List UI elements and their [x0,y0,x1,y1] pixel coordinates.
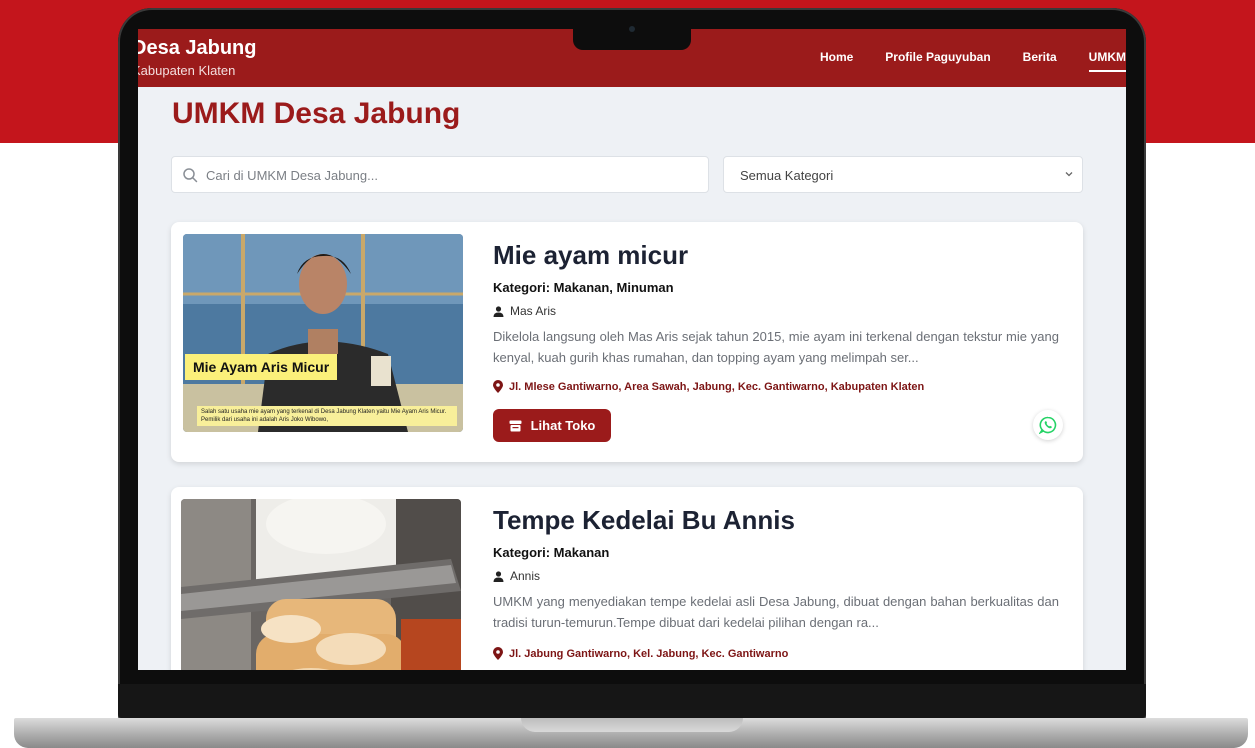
umkm-title[interactable]: Tempe Kedelai Bu Annis [493,505,795,536]
nav-umkm[interactable]: UMKM [1088,50,1126,72]
umkm-thumbnail[interactable]: Mie Ayam Aris Micur Salah satu usaha mie… [183,234,463,432]
user-icon [493,305,504,317]
view-shop-label: Lihat Toko [530,418,596,433]
laptop-hinge [118,684,1146,718]
umkm-description: Dikelola langsung oleh Mas Aris sejak ta… [493,329,1059,365]
chevron-down-icon [1065,172,1073,177]
browser-screen: Desa Jabung Kabupaten Klaten Home Profil… [138,29,1126,670]
main-nav: Home Profile Paguyuban Berita UMKM [820,50,1126,72]
page-title: UMKM Desa Jabung [172,97,461,130]
search-input[interactable] [204,157,698,194]
brand-subtitle: Kabupaten Klaten [138,63,236,78]
site-brand[interactable]: Desa Jabung Kabupaten Klaten [138,37,256,78]
umkm-category: Kategori: Makanan, Minuman [493,280,674,295]
umkm-owner-name: Annis [510,569,541,583]
whatsapp-icon [1039,416,1057,434]
umkm-address-text: Jl. Mlese Gantiwarno, Area Sawah, Jabung… [509,380,925,393]
store-icon [509,420,522,431]
category-select-value: Semua Kategori [740,168,834,183]
umkm-description: UMKM yang menyediakan tempe kedelai asli… [493,594,1059,630]
umkm-category: Kategori: Makanan [493,545,610,560]
thumbnail-text: Salah satu usaha mie ayam yang terkenal … [197,406,457,426]
umkm-address: Jl. Jabung Gantiwarno, Kel. Jabung, Kec.… [493,647,788,660]
tempe-photo [181,499,461,670]
umkm-thumbnail[interactable] [181,499,461,670]
umkm-address: Jl. Mlese Gantiwarno, Area Sawah, Jabung… [493,380,924,393]
map-pin-icon [493,380,503,393]
view-shop-button[interactable]: Lihat Toko [493,409,611,442]
whatsapp-button[interactable] [1033,410,1063,440]
category-select[interactable]: Semua Kategori [723,156,1083,193]
umkm-card: Tempe Kedelai Bu Annis Kategori: Makanan… [171,487,1083,670]
umkm-card: Mie Ayam Aris Micur Salah satu usaha mie… [171,222,1083,462]
umkm-owner-name: Mas Aris [510,304,557,318]
nav-berita[interactable]: Berita [1023,50,1057,72]
umkm-address-text: Jl. Jabung Gantiwarno, Kel. Jabung, Kec.… [509,647,789,660]
search-icon [183,168,198,183]
brand-title: Desa Jabung [138,37,257,59]
map-pin-icon [493,647,503,660]
mie-ayam-photo [183,234,463,432]
camera-icon [629,26,635,32]
umkm-owner: Annis [493,569,540,583]
laptop-base-notch [521,718,743,732]
nav-profile-paguyuban[interactable]: Profile Paguyuban [885,50,990,72]
nav-home[interactable]: Home [820,50,853,72]
umkm-owner: Mas Aris [493,304,556,318]
umkm-title[interactable]: Mie ayam micur [493,240,688,271]
thumbnail-caption: Mie Ayam Aris Micur [185,354,338,380]
user-icon [493,570,504,582]
camera-notch [573,26,691,50]
search-box[interactable] [171,156,709,194]
